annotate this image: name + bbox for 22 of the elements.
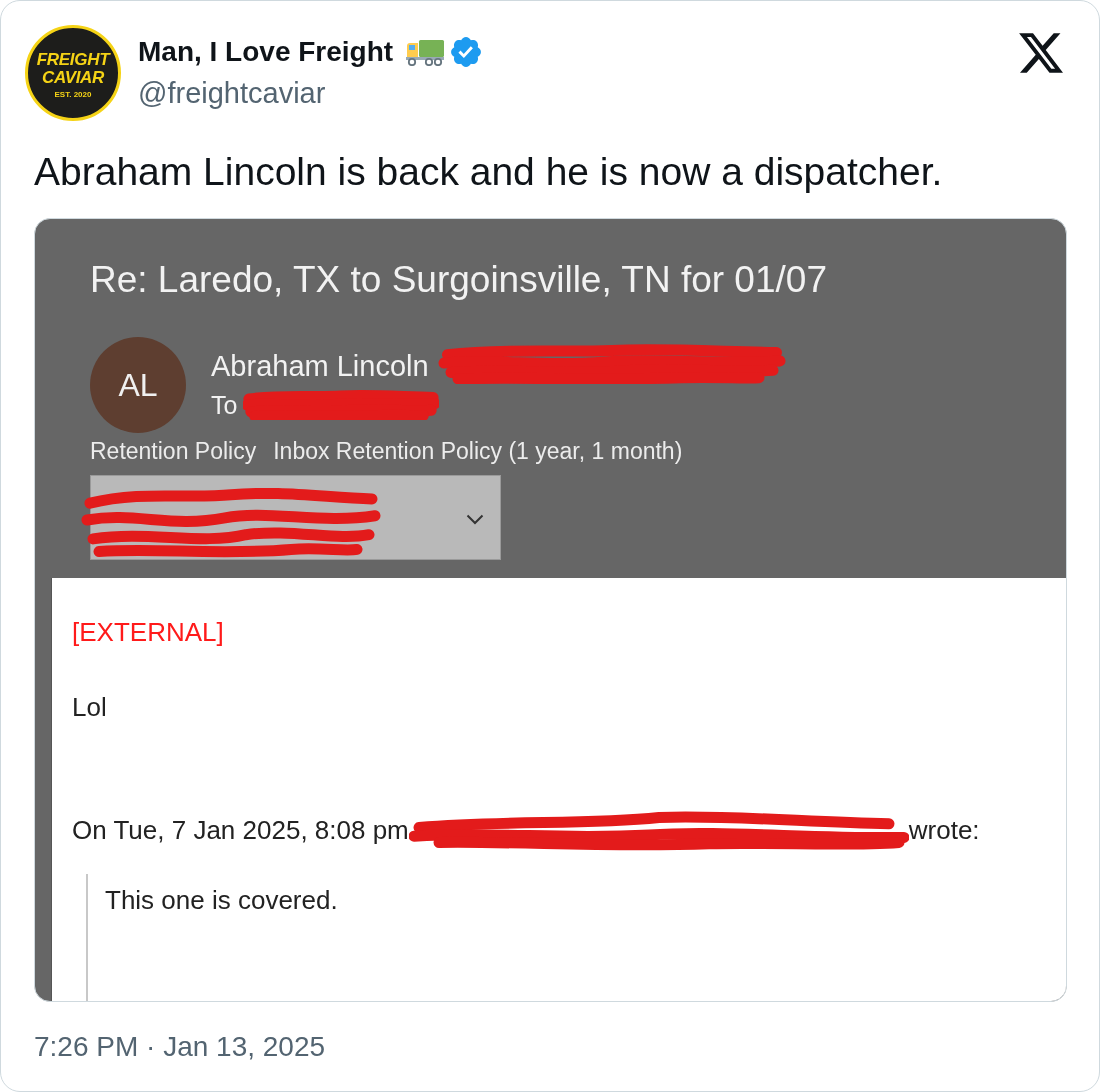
brand-logo[interactable]: FREIGHT CAVIAR EST. 2020 bbox=[25, 25, 121, 121]
post-text: Abraham Lincoln is back and he is now a dispatcher. bbox=[34, 149, 944, 195]
logo-text: FREIGHT bbox=[36, 51, 110, 69]
quote-header-text: On Tue, 7 Jan 2025, 8:08 pm bbox=[72, 814, 409, 846]
post-timestamp[interactable]: 7:26 PM · Jan 13, 2025 bbox=[34, 1030, 326, 1064]
author-name[interactable]: Man, I Love Freight bbox=[138, 35, 394, 69]
external-tag: [EXTERNAL] bbox=[72, 616, 224, 648]
logo-text: CAVIAR bbox=[41, 69, 105, 87]
sender-name: Abraham Lincoln bbox=[211, 349, 429, 383]
retention-value: Inbox Retention Policy (1 year, 1 month) bbox=[273, 438, 683, 464]
recipient-label: To bbox=[211, 390, 238, 420]
retention-label: Retention Policy bbox=[90, 438, 257, 464]
x-logo-icon[interactable] bbox=[1019, 33, 1063, 73]
logo-tagline: EST. 2020 bbox=[54, 90, 92, 99]
author-handle[interactable]: @freightcaviar bbox=[138, 76, 482, 110]
quoted-text: This one is covered. bbox=[105, 884, 338, 916]
truck-icon bbox=[405, 38, 446, 66]
sender-avatar: AL bbox=[90, 337, 186, 433]
chevron-down-icon bbox=[466, 514, 484, 525]
email-subject: Re: Laredo, TX to Surgoinsville, TN for 01/07 bbox=[90, 258, 828, 302]
quote-header-text: wrote: bbox=[908, 814, 980, 846]
email-message: Lol bbox=[72, 691, 107, 723]
